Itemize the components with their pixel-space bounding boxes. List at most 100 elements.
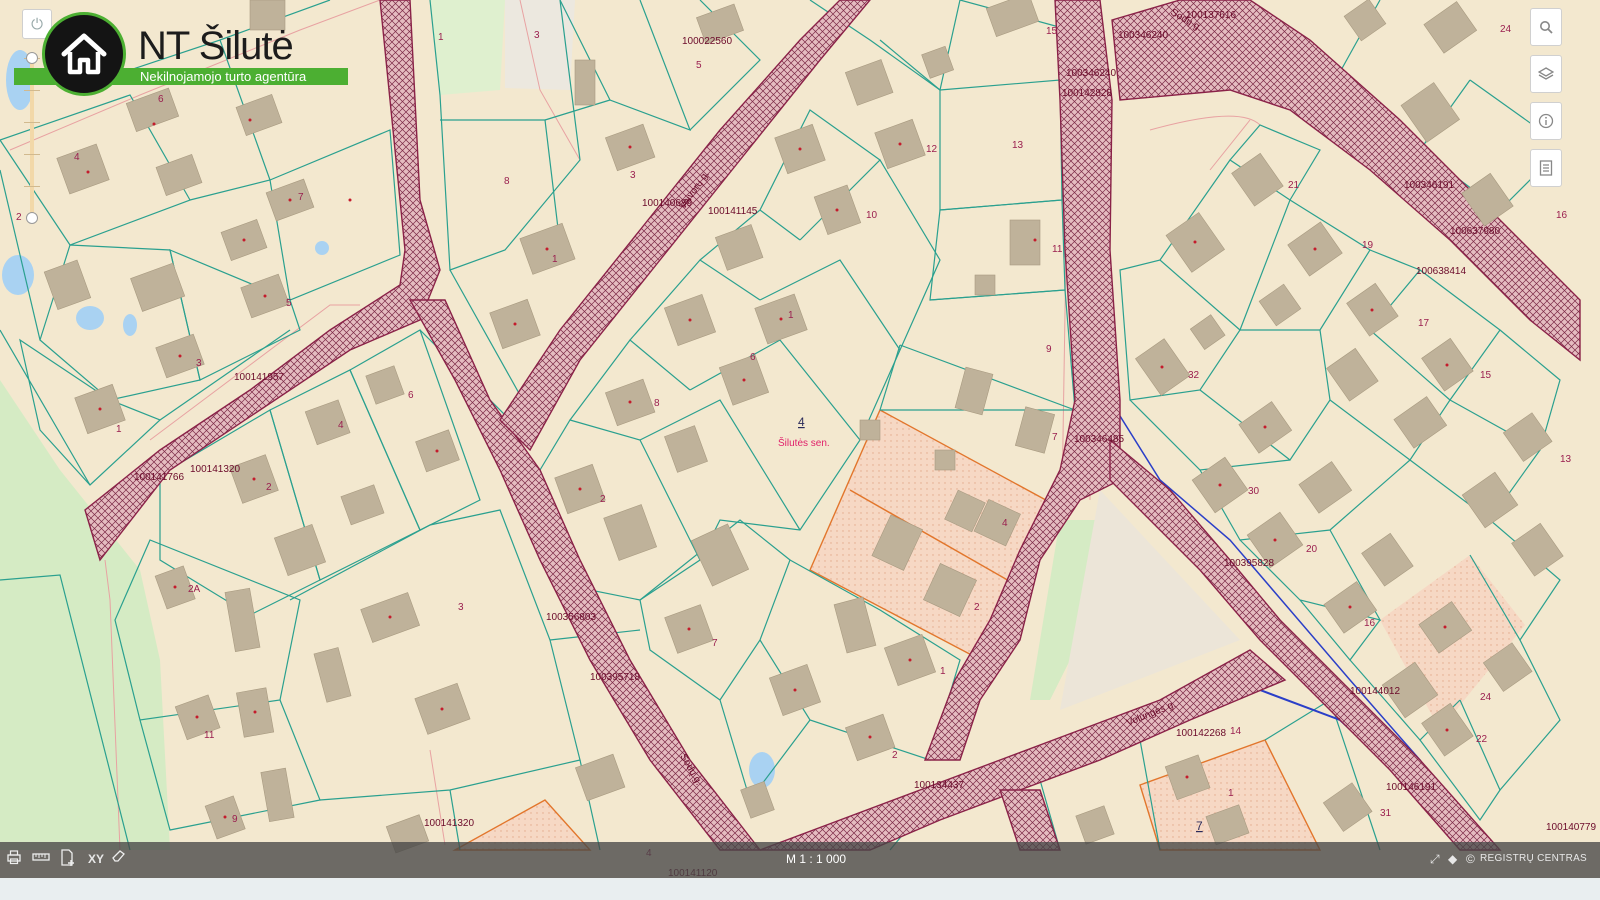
parcel-id: 100141145 (708, 206, 758, 217)
svg-text:31: 31 (1380, 808, 1392, 819)
svg-text:4: 4 (74, 152, 80, 163)
bottom-strip (0, 878, 1600, 900)
svg-text:1: 1 (940, 666, 946, 677)
parcel-id: 100346485 (1074, 434, 1124, 445)
svg-text:13: 13 (1012, 140, 1024, 151)
svg-text:13: 13 (1560, 454, 1572, 465)
svg-text:11: 11 (204, 730, 215, 741)
parcel-id: 100346240 (1066, 68, 1116, 79)
svg-text:1: 1 (788, 310, 794, 321)
parcel-id: 100146191 (1386, 782, 1436, 793)
svg-text:2: 2 (974, 602, 980, 613)
registru-centras-logo[interactable]: REGISTRŲ CENTRAS (1480, 850, 1587, 868)
svg-text:9: 9 (1046, 344, 1052, 355)
search-button[interactable] (1530, 8, 1562, 46)
svg-text:10: 10 (866, 210, 878, 221)
parcel-id: 100395828 (1224, 558, 1274, 569)
parcel-id: 100395718 (590, 672, 640, 683)
svg-text:24: 24 (1500, 24, 1512, 35)
parcel-id: 100356803 (546, 612, 596, 623)
fullscreen-button[interactable]: ⤢ (1430, 849, 1440, 869)
svg-text:1: 1 (438, 32, 444, 43)
svg-text:7: 7 (1052, 432, 1058, 443)
svg-text:5: 5 (286, 298, 292, 309)
layers-button[interactable] (1530, 55, 1562, 93)
add-document-icon (61, 849, 74, 866)
svg-text:2: 2 (600, 494, 606, 505)
svg-text:11: 11 (1052, 244, 1063, 255)
parcel-id: 100141766 (134, 472, 184, 483)
parcel-center-number: 4 (798, 415, 805, 429)
svg-text:2: 2 (16, 212, 22, 223)
layers-icon (1538, 67, 1554, 80)
map-scale[interactable]: M 1 : 1 000 (786, 850, 846, 868)
svg-text:3: 3 (534, 30, 540, 41)
zoom-in-knob[interactable] (26, 52, 38, 64)
zoom-tick (24, 90, 40, 91)
power-icon: ⏻ (31, 15, 43, 33)
svg-text:1: 1 (1228, 788, 1234, 799)
svg-text:3: 3 (630, 170, 636, 181)
svg-text:32: 32 (1188, 370, 1200, 381)
search-icon (1540, 21, 1553, 34)
ruler-icon (32, 853, 50, 861)
parcel-id: 100142268 (1176, 728, 1226, 739)
svg-text:12: 12 (926, 144, 938, 155)
svg-text:16: 16 (1364, 618, 1376, 629)
cadastral-map[interactable]: 100022560 100137616 100346240 100346240 … (0, 0, 1600, 900)
lithuania-map-icon: ◆ (1448, 852, 1458, 866)
logo-title: NT Šilutė (138, 24, 294, 68)
zoom-tick (24, 186, 40, 187)
info-button[interactable] (1530, 102, 1562, 140)
info-icon (1538, 113, 1554, 129)
legend-button[interactable] (1530, 149, 1562, 187)
svg-text:6: 6 (408, 390, 414, 401)
parcel-id: 100140779 (1546, 822, 1596, 833)
parcel-id: 100144012 (1350, 686, 1400, 697)
print-icon (7, 850, 21, 865)
fullscreen-icon: ⤢ (1430, 852, 1440, 866)
zoom-tick (24, 122, 40, 123)
svg-text:2: 2 (266, 482, 272, 493)
add-document-button[interactable] (60, 849, 76, 873)
parcel-id: 100346240 (1118, 30, 1168, 41)
parcel-id: 100134437 (914, 780, 964, 791)
svg-text:7: 7 (712, 638, 718, 649)
svg-text:19: 19 (1362, 240, 1374, 251)
svg-text:6: 6 (158, 94, 164, 105)
zoom-tick (24, 154, 40, 155)
copyright-icon: © (1466, 852, 1475, 866)
house-icon (61, 33, 107, 75)
svg-text:14: 14 (1230, 726, 1242, 737)
eraser-button[interactable] (112, 849, 126, 869)
parcel-id: 100141320 (424, 818, 474, 829)
svg-text:22: 22 (1476, 734, 1488, 745)
parcel-id: 100141320 (190, 464, 240, 475)
coordinates-button[interactable]: XY (88, 849, 104, 869)
logo-badge (42, 12, 126, 96)
zoom-slider-handle[interactable] (26, 212, 38, 224)
parcel-number-big: 7 (1196, 819, 1203, 833)
parcel-id: 100141957 (234, 372, 284, 383)
svg-text:5: 5 (696, 60, 702, 71)
svg-text:16: 16 (1556, 210, 1568, 221)
svg-text:2: 2 (892, 750, 898, 761)
map-logo-icon: ◆ (1448, 849, 1457, 869)
measure-button[interactable] (32, 849, 50, 871)
svg-text:15: 15 (1480, 370, 1492, 381)
svg-text:4: 4 (1002, 518, 1008, 529)
svg-text:9: 9 (232, 814, 238, 825)
parcel-id: 100022560 (682, 36, 732, 47)
parcel-id: 100142828 (1062, 88, 1112, 99)
svg-text:1: 1 (116, 424, 122, 435)
parcel-id: 100638414 (1416, 266, 1466, 277)
svg-text:4: 4 (338, 420, 344, 431)
eraser-icon (112, 850, 125, 862)
svg-text:30: 30 (1248, 486, 1260, 497)
svg-text:8: 8 (654, 398, 660, 409)
print-button[interactable] (6, 849, 22, 871)
svg-text:3: 3 (196, 358, 202, 369)
svg-text:20: 20 (1306, 544, 1318, 555)
district-label: Šilutės sen. (778, 436, 830, 449)
svg-text:15: 15 (1046, 26, 1058, 37)
